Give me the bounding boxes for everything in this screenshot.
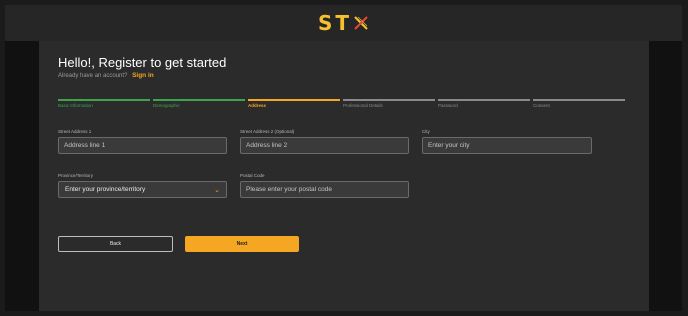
back-button[interactable]: Back	[58, 236, 173, 252]
step-bar	[438, 99, 530, 101]
step-bar	[343, 99, 435, 101]
province-select[interactable]: Enter your province/territory ⌄	[58, 181, 227, 198]
registration-panel: Hello!, Register to get started Already …	[39, 41, 649, 311]
step-label: Address	[248, 103, 267, 108]
step-address: Address	[248, 99, 340, 108]
top-header-bar: ST	[5, 5, 682, 41]
signin-link[interactable]: Sign in	[132, 72, 154, 79]
step-bar	[58, 99, 150, 101]
page-title: Hello!, Register to get started	[58, 55, 227, 70]
step-basic-information: Basic Information	[58, 99, 150, 108]
postal-input[interactable]	[240, 181, 409, 198]
postal-label: Postal Code	[240, 173, 265, 178]
street1-label: Street Address 1	[58, 129, 92, 134]
right-margin	[649, 41, 682, 311]
step-label: Password	[438, 103, 458, 108]
province-label: Province/Territory	[58, 173, 94, 178]
city-label: City	[422, 129, 430, 134]
city-input[interactable]	[422, 137, 592, 154]
step-password: Password	[438, 99, 530, 108]
step-label: Demographic	[153, 103, 180, 108]
province-selected-value: Enter your province/territory	[65, 186, 146, 193]
step-label: Consent	[533, 103, 550, 108]
street2-label: Street Address 2 (Optional)	[240, 129, 295, 134]
step-professional-details: Professional Details	[343, 99, 435, 108]
next-button[interactable]: Next	[185, 236, 299, 252]
step-bar	[153, 99, 245, 101]
logo-text: ST	[317, 11, 353, 35]
street1-input[interactable]	[58, 137, 227, 154]
step-label: Basic Information	[58, 103, 93, 108]
step-demographic: Demographic	[153, 99, 245, 108]
chevron-down-icon: ⌄	[214, 186, 220, 194]
step-bar	[248, 99, 340, 101]
step-bar	[533, 99, 625, 101]
stx-logo[interactable]: ST	[318, 11, 369, 35]
street2-input[interactable]	[240, 137, 409, 154]
step-label: Professional Details	[343, 103, 383, 108]
signin-prompt-text: Already have an account?	[58, 73, 128, 79]
signin-prompt: Already have an account? Sign in	[58, 72, 154, 79]
step-consent: Consent	[533, 99, 625, 108]
logo-x-icon	[353, 15, 369, 31]
left-margin	[5, 41, 39, 311]
